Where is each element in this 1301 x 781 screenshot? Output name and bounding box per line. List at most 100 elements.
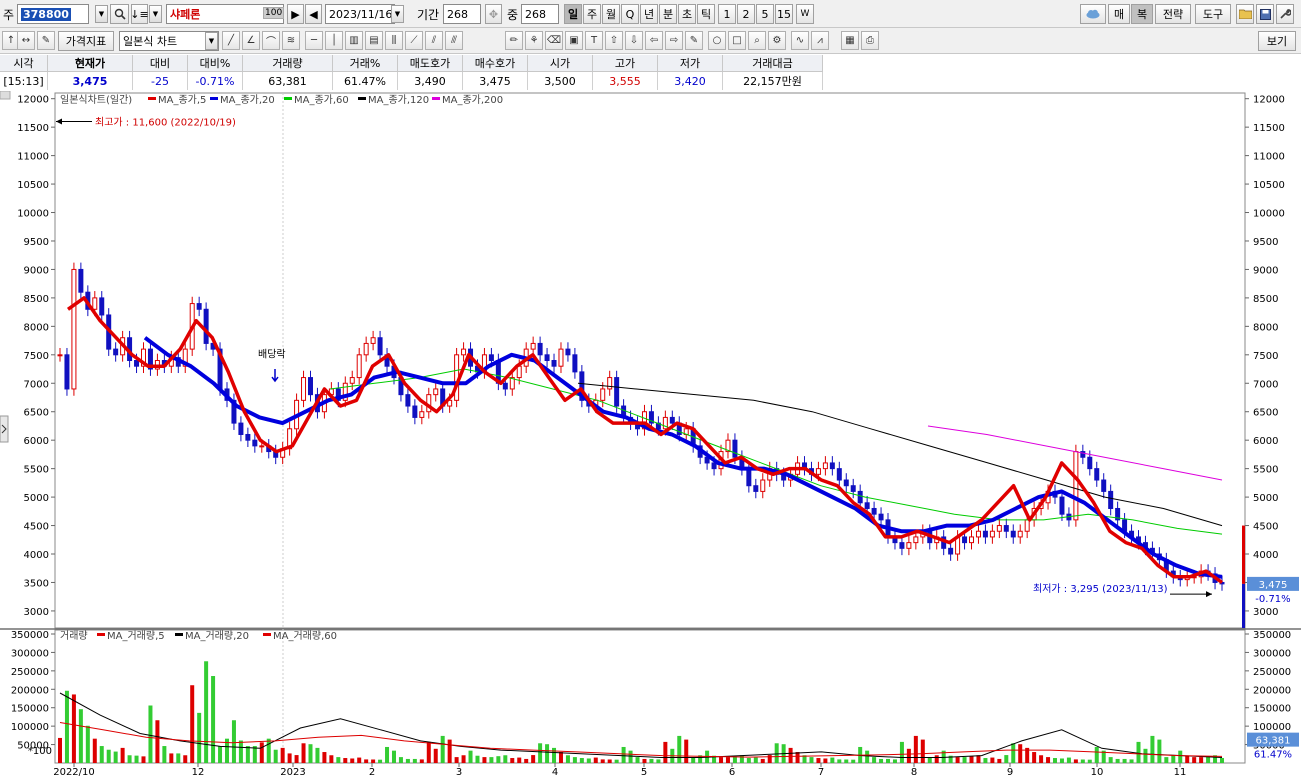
- search-icon[interactable]: [110, 4, 129, 24]
- volume-bar: [865, 750, 870, 763]
- candle-body: [1087, 456, 1093, 470]
- period-quarter-button[interactable]: Q: [621, 4, 639, 24]
- quote-value-current-price: 3,475: [48, 72, 133, 90]
- trend-tool-icon[interactable]: ⫽: [425, 31, 443, 50]
- price-axis-label-left: 7500: [24, 351, 49, 362]
- up-arrow-tool-icon[interactable]: ⇧: [605, 31, 623, 50]
- price-axis-label-right: 6000: [1253, 436, 1278, 447]
- cloud-icon[interactable]: [1080, 4, 1106, 24]
- angle-tool-icon[interactable]: ∠: [242, 31, 260, 50]
- count-input[interactable]: 268: [521, 4, 559, 24]
- sort-icon[interactable]: ↓≡: [130, 4, 149, 24]
- stock-code-dropdown[interactable]: ▼: [95, 5, 108, 23]
- next-arrow-icon[interactable]: ▶: [287, 4, 304, 24]
- candle-body: [614, 377, 620, 407]
- export-tool-icon[interactable]: ▦: [841, 31, 859, 50]
- wrench-icon[interactable]: [1276, 4, 1294, 24]
- date-field[interactable]: 2023/11/16: [325, 4, 395, 24]
- settings-tool-icon[interactable]: ⚙: [768, 31, 786, 50]
- left-arrow-tool-icon[interactable]: ⇦: [645, 31, 663, 50]
- parallel-tool-icon[interactable]: ⫻: [445, 31, 463, 50]
- date-dropdown[interactable]: ▼: [391, 5, 404, 23]
- price-indicator-button[interactable]: 가격지표: [58, 31, 114, 51]
- period-week-button[interactable]: 주: [583, 4, 601, 24]
- volume-bar: [538, 743, 543, 763]
- note-tool-icon[interactable]: ▣: [565, 31, 583, 50]
- interval-15-button[interactable]: 15: [775, 4, 793, 24]
- volume-bar: [976, 755, 981, 763]
- volume-bar: [183, 755, 188, 763]
- drawing-toolbar: ↑ ↔ ✎ 가격지표 일본식 차트 ▼ ╱ ∠ ⌒ ≋ ─ │ ▥ ▤ ⫼ ⟋ ⫽ ⫻ ✏ ⚘ ⌫ ▣ T ⇧ ⇩ ⇦…: [0, 28, 1301, 54]
- tools-button[interactable]: 도구: [1195, 4, 1231, 24]
- magnet-tool-icon[interactable]: ⚘: [525, 31, 543, 50]
- sort-dropdown[interactable]: ▼: [149, 5, 162, 23]
- vline-tool-icon[interactable]: │: [325, 31, 343, 50]
- fan-tool-icon[interactable]: ≋: [282, 31, 300, 50]
- quote-value-change-pct: -0.71%: [188, 72, 243, 90]
- print-tool-icon[interactable]: ⎙: [861, 31, 879, 50]
- wave-icon[interactable]: W: [796, 4, 814, 24]
- period-second-button[interactable]: 초: [678, 4, 696, 24]
- right-arrow-tool-icon[interactable]: ⇨: [665, 31, 683, 50]
- chart-type-select[interactable]: 일본식 차트: [119, 31, 219, 51]
- period-tick-button[interactable]: 틱: [697, 4, 715, 24]
- prev-arrow-icon[interactable]: ◀: [305, 4, 322, 24]
- candle-body: [544, 354, 550, 361]
- interval-2-button[interactable]: 2: [737, 4, 755, 24]
- zoom-tool-icon[interactable]: ⌕: [748, 31, 766, 50]
- circle-tool-icon[interactable]: ○: [708, 31, 726, 50]
- candle-body: [433, 388, 439, 396]
- volume-legend-swatch: [263, 633, 271, 636]
- text-tool-icon[interactable]: T: [585, 31, 603, 50]
- expand-icon[interactable]: ✥: [485, 4, 502, 24]
- pitch-tool-icon[interactable]: ⟋: [405, 31, 423, 50]
- period-year-button[interactable]: 년: [640, 4, 658, 24]
- memo-tool-icon[interactable]: ✎: [685, 31, 703, 50]
- price-axis-label-right: 5000: [1253, 493, 1278, 504]
- channel-tool-icon[interactable]: ▤: [365, 31, 383, 50]
- save-icon[interactable]: [1256, 4, 1274, 24]
- sell-button[interactable]: 매: [1108, 4, 1130, 24]
- candle-body: [134, 360, 140, 367]
- price-legend-item: MA_종가,200: [442, 94, 503, 106]
- candle-body: [843, 479, 849, 487]
- down-arrow-tool-icon[interactable]: ⇩: [625, 31, 643, 50]
- volume-bar: [329, 755, 334, 763]
- volume-bar: [364, 759, 369, 763]
- volume-bar: [259, 742, 264, 763]
- rect-tool-icon[interactable]: □: [728, 31, 746, 50]
- period-month-button[interactable]: 월: [602, 4, 620, 24]
- arc-tool-icon[interactable]: ⌒: [262, 31, 280, 50]
- compound-button[interactable]: 복: [1131, 4, 1153, 24]
- volume-bar: [141, 756, 146, 763]
- quote-header-current-price: 현재가: [48, 55, 133, 72]
- volume-bar: [962, 757, 967, 763]
- pencil-tool-icon[interactable]: ✏: [505, 31, 523, 50]
- current-volume-label: 63,381: [1256, 736, 1291, 747]
- grid-tool-icon[interactable]: ▥: [345, 31, 363, 50]
- stock-code-input[interactable]: 378800: [17, 4, 89, 24]
- pulse-tool-icon[interactable]: ⩘: [811, 31, 829, 50]
- volume-bar: [211, 676, 216, 763]
- period-minute-button[interactable]: 분: [659, 4, 677, 24]
- quote-header-change: 대비: [133, 55, 188, 72]
- line-tool-icon[interactable]: ╱: [222, 31, 240, 50]
- wave-tool-icon[interactable]: ∿: [791, 31, 809, 50]
- hline-tool-icon[interactable]: ─: [305, 31, 323, 50]
- interval-5-button[interactable]: 5: [756, 4, 774, 24]
- arrows-horizontal-icon[interactable]: ↔: [17, 31, 35, 50]
- period-input[interactable]: 268: [443, 4, 481, 24]
- strategy-button[interactable]: 전략: [1155, 4, 1191, 24]
- candle-body: [864, 502, 870, 509]
- period-day-button[interactable]: 일: [564, 4, 582, 24]
- candle-body: [829, 462, 835, 470]
- price-axis-label-left: 10500: [17, 180, 49, 191]
- chart-type-dropdown[interactable]: ▼: [205, 32, 218, 50]
- cycle-tool-icon[interactable]: ⫼: [385, 31, 403, 50]
- folder-icon[interactable]: [1236, 4, 1254, 24]
- view-button[interactable]: 보기: [1258, 31, 1296, 51]
- volume-bar: [468, 750, 473, 763]
- eraser-tool-icon[interactable]: ⌫: [545, 31, 563, 50]
- edit-icon[interactable]: ✎: [37, 31, 55, 50]
- interval-1-button[interactable]: 1: [718, 4, 736, 24]
